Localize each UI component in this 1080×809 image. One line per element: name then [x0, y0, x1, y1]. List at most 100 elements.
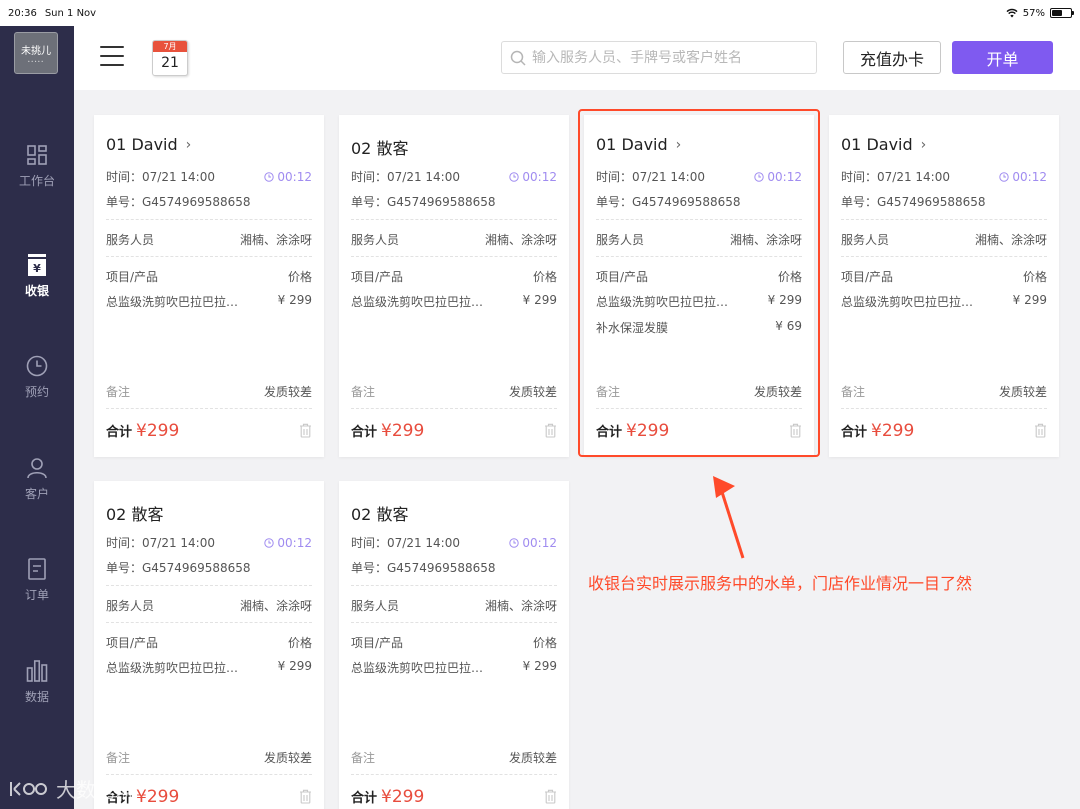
elapsed-time: 00:12 — [277, 169, 312, 184]
remark-label: 备注 — [351, 751, 376, 765]
line-item-price: ¥ 299 — [277, 659, 312, 673]
line-item: 总监级洗剪吹巴拉巴拉巴拉 ¥ 299 — [106, 659, 312, 676]
calendar-icon[interactable]: 7月 21 — [152, 40, 188, 76]
recharge-card-button[interactable]: 充值办卡 — [843, 41, 941, 74]
order-card[interactable]: 02 散客 时间：07/21 14:00 00:12 单号：G457496958… — [339, 115, 569, 457]
trash-icon[interactable] — [544, 789, 557, 804]
elapsed-timer: 00:12 — [999, 168, 1047, 185]
sidebar-item-workbench[interactable]: 工作台 — [0, 143, 74, 189]
chart-icon — [26, 660, 48, 682]
customer-name-link[interactable]: 02 散客 — [351, 501, 408, 525]
elapsed-time: 00:12 — [767, 169, 802, 184]
remark-row: 备注 发质较差 — [841, 383, 1047, 400]
sidebar-item-customer[interactable]: 客户 — [0, 456, 74, 502]
search-box[interactable] — [501, 41, 817, 74]
sidebar-item-appointment[interactable]: 预约 — [0, 354, 74, 400]
total-row: 合计 ¥299 — [596, 421, 669, 441]
battery-icon — [1050, 8, 1074, 18]
remark-text: 发质较差 — [508, 385, 557, 399]
cashier-icon: ¥ — [28, 254, 46, 276]
sidebar-item-orders[interactable]: 订单 — [0, 557, 74, 603]
price-header-label: 价格 — [1022, 270, 1047, 284]
chevron-right-icon: › — [920, 136, 927, 153]
line-item-name: 总监级洗剪吹巴拉巴拉巴拉 — [351, 295, 486, 309]
divider — [351, 219, 557, 220]
order-number: 单号：G4574969588658 — [596, 195, 741, 209]
line-item: 总监级洗剪吹巴拉巴拉巴拉 ¥ 299 — [596, 293, 802, 310]
order-card[interactable]: 01 David › 时间：07/21 14:00 00:12 单号：G4574… — [584, 115, 814, 457]
order-time: 时间：07/21 14:00 — [106, 170, 215, 184]
staff-label: 服务人员 — [351, 233, 400, 247]
battery-percent: 57% — [1022, 7, 1045, 19]
search-input[interactable] — [532, 49, 802, 66]
price-header-label: 价格 — [777, 270, 802, 284]
sidebar-item-data[interactable]: 数据 — [0, 659, 74, 705]
chevron-right-icon: › — [675, 136, 682, 153]
logo-subtext-decoration: ••••• — [27, 59, 45, 64]
customer-name-link[interactable]: 01 David › — [841, 135, 926, 154]
elapsed-timer: 00:12 — [754, 168, 802, 185]
total-row: 合计 ¥299 — [351, 421, 424, 441]
price-header-label: 价格 — [287, 636, 312, 650]
sidebar-item-label: 预约 — [24, 385, 49, 399]
line-item-name: 总监级洗剪吹巴拉巴拉巴拉 — [106, 295, 241, 309]
divider — [106, 622, 312, 623]
order-number-row: 单号：G4574969588658 — [106, 559, 312, 576]
remark-row: 备注 发质较差 — [351, 383, 557, 400]
divider — [351, 408, 557, 409]
total-amount: ¥299 — [626, 421, 670, 441]
menu-icon[interactable] — [100, 46, 124, 68]
top-bar: 7月 21 充值办卡 开单 — [74, 26, 1080, 90]
line-item-price: ¥ 299 — [522, 659, 557, 673]
items-header-label: 项目/产品 — [351, 270, 404, 284]
customer-name-link[interactable]: 01 David › — [106, 135, 191, 154]
chevron-right-icon: › — [185, 136, 192, 153]
trash-icon[interactable] — [1034, 423, 1047, 438]
elapsed-time: 00:12 — [522, 535, 557, 550]
order-card[interactable]: 01 David › 时间：07/21 14:00 00:12 单号：G4574… — [829, 115, 1059, 457]
staff-names: 湘楠、涂涂呀 — [729, 233, 802, 247]
trash-icon[interactable] — [299, 789, 312, 804]
order-card[interactable]: 01 David › 时间：07/21 14:00 00:12 单号：G4574… — [94, 115, 324, 457]
trash-icon[interactable] — [789, 423, 802, 438]
customer-name: 01 David — [596, 135, 668, 154]
open-order-button[interactable]: 开单 — [952, 41, 1053, 74]
customer-name: 01 David — [841, 135, 913, 154]
divider — [841, 408, 1047, 409]
order-time: 时间：07/21 14:00 — [596, 170, 705, 184]
trash-icon[interactable] — [544, 423, 557, 438]
line-item: 总监级洗剪吹巴拉巴拉巴拉 ¥ 299 — [351, 293, 557, 310]
order-card[interactable]: 02 散客 时间：07/21 14:00 00:12 单号：G457496958… — [339, 481, 569, 809]
total-row: 合计 ¥299 — [351, 787, 424, 807]
staff-names: 湘楠、涂涂呀 — [484, 233, 557, 247]
total-amount: ¥299 — [381, 787, 425, 807]
line-item-name: 总监级洗剪吹巴拉巴拉巴拉 — [351, 661, 486, 675]
divider — [351, 256, 557, 257]
order-number-row: 单号：G4574969588658 — [351, 559, 557, 576]
order-number: 单号：G4574969588658 — [106, 561, 251, 575]
remark-text: 发质较差 — [998, 385, 1047, 399]
staff-names: 湘楠、涂涂呀 — [239, 599, 312, 613]
calendar-month: 7月 — [153, 41, 187, 52]
time-row: 时间：07/21 14:00 00:12 — [351, 168, 557, 185]
order-card[interactable]: 02 散客 时间：07/21 14:00 00:12 单号：G457496958… — [94, 481, 324, 809]
remark-label: 备注 — [596, 385, 621, 399]
customer-name-link[interactable]: 02 散客 — [106, 501, 163, 525]
sidebar-item-cashier[interactable]: ¥ 收银 — [0, 253, 74, 299]
line-item-price: ¥ 69 — [775, 319, 802, 333]
total-label: 合计 — [596, 425, 623, 440]
status-bar: 20:36 Sun 1 Nov 57% — [0, 0, 1080, 26]
items-header-row: 项目/产品 价格 — [351, 634, 557, 651]
order-number-row: 单号：G4574969588658 — [596, 193, 802, 210]
customer-name-link[interactable]: 01 David › — [596, 135, 681, 154]
staff-names: 湘楠、涂涂呀 — [484, 599, 557, 613]
status-time: 20:36 — [8, 7, 37, 19]
customer-name-link[interactable]: 02 散客 — [351, 135, 408, 159]
trash-icon[interactable] — [299, 423, 312, 438]
timer-icon — [264, 537, 275, 548]
time-row: 时间：07/21 14:00 00:12 — [351, 534, 557, 551]
sidebar-item-label: 数据 — [24, 690, 49, 704]
watermark-text: 大数跨境 — [56, 778, 136, 802]
price-header-label: 价格 — [532, 270, 557, 284]
wifi-icon — [1006, 8, 1018, 18]
